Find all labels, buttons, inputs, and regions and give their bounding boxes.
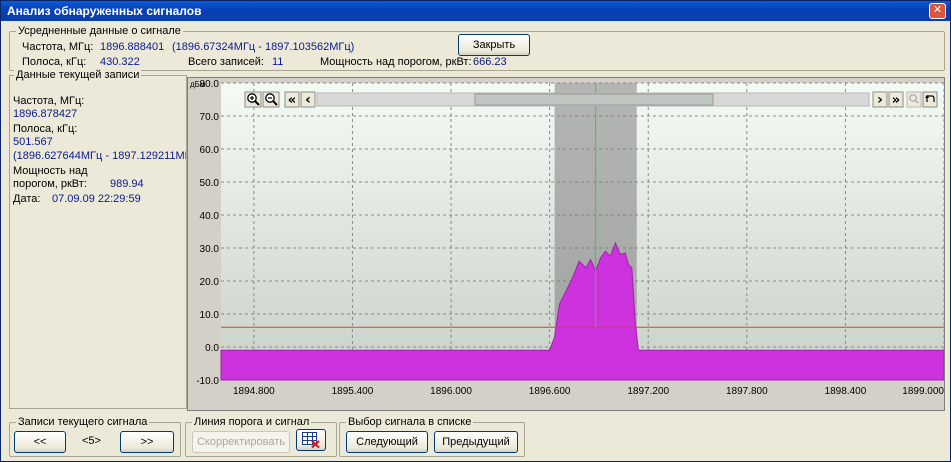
cur-band-range: (1896.627644МГц - 1897.129211МГ — [13, 150, 186, 162]
cur-band-label: Полоса, кГц: — [13, 123, 78, 135]
analysis-window: Анализ обнаруженных сигналов ✕ Усредненн… — [0, 0, 951, 462]
title-bar: Анализ обнаруженных сигналов ✕ — [1, 1, 950, 21]
window-title: Анализ обнаруженных сигналов — [7, 4, 202, 18]
left-arrow-icon: ‹ — [305, 92, 311, 108]
double-right-arrow-icon: » — [892, 93, 900, 108]
avg-freq-value: 1896.888401 — [100, 41, 165, 53]
cur-power-label-2: порогом, ркВт: — [13, 178, 87, 190]
averaged-data-group: Усредненные данные о сигнале Частота, МГ… — [9, 25, 945, 71]
scroll-thumb[interactable] — [474, 93, 714, 106]
y-tick-label: -10.0 — [196, 376, 219, 387]
close-button[interactable]: Закрыть — [458, 34, 530, 56]
bottom-controls: Записи текущего сигнала << <5> >> Линия … — [9, 413, 945, 457]
y-tick-label: 70.0 — [200, 112, 220, 123]
threshold-group-title: Линия порога и сигнал — [192, 416, 312, 428]
current-group-title: Данные текущей записи — [14, 69, 142, 81]
avg-power-label: Мощность над порогом, ркВт: — [320, 56, 472, 68]
records-group-title: Записи текущего сигнала — [16, 416, 150, 428]
x-tick-label: 1899.000 — [902, 386, 944, 397]
y-tick-label: 0.0 — [205, 343, 219, 354]
cur-freq-label: Частота, МГц: — [13, 95, 85, 107]
grid-delete-icon — [302, 432, 320, 448]
y-tick-label: 20.0 — [200, 277, 220, 288]
avg-freq-label: Частота, МГц: — [22, 41, 94, 53]
x-tick-label: 1896.600 — [529, 386, 571, 397]
x-tick-label: 1898.400 — [825, 386, 867, 397]
records-total-value: 11 — [272, 56, 284, 68]
x-tick-label: 1894.800 — [233, 386, 275, 397]
next-signal-button[interactable]: Следующий — [346, 431, 428, 453]
double-left-arrow-icon: « — [288, 93, 296, 108]
x-tick-label: 1897.200 — [627, 386, 669, 397]
cur-freq-value: 1896.878427 — [13, 108, 78, 120]
avg-power-value: 666.23 — [473, 56, 507, 68]
threshold-tool-button[interactable] — [296, 429, 326, 451]
prev-record-button[interactable]: << — [14, 431, 66, 453]
y-tick-label: 40.0 — [200, 211, 220, 222]
averaged-group-title: Усредненные данные о сигнале — [16, 25, 183, 37]
next-record-button[interactable]: >> — [120, 431, 174, 453]
cur-band-range-clip: (1896.627644МГц - 1897.129211МГ — [13, 150, 186, 164]
cur-band-value: 501.567 — [13, 136, 53, 148]
cur-power-label-1: Мощность над — [13, 165, 88, 177]
x-tick-label: 1896.000 — [430, 386, 472, 397]
avg-band-value: 430.322 — [100, 56, 140, 68]
spectrum-chart-svg: 80.070.060.050.040.030.020.010.00.0-10.0… — [188, 78, 944, 410]
record-counter: <5> — [82, 435, 101, 447]
zoom-reset-button[interactable] — [906, 91, 922, 108]
x-tick-label: 1895.400 — [332, 386, 374, 397]
right-arrow-icon: › — [877, 92, 883, 108]
avg-freq-range: (1896.67324МГц - 1897.103562МГц) — [172, 41, 355, 53]
correct-button[interactable]: Скорректировать — [192, 431, 290, 453]
cur-date-label: Дата: — [13, 193, 41, 205]
y-tick-label: 50.0 — [200, 178, 220, 189]
signal-select-group-title: Выбор сигнала в списке — [346, 416, 474, 428]
signal-select-group: Выбор сигнала в списке Следующий Предыду… — [339, 416, 525, 457]
threshold-group: Линия порога и сигнал Скорректировать — [185, 416, 337, 457]
cur-power-value: 989.94 — [110, 178, 144, 190]
chart-toolbar: « ‹ › » — [244, 91, 938, 108]
records-group: Записи текущего сигнала << <5> >> — [9, 416, 181, 457]
window-close-button[interactable]: ✕ — [929, 3, 946, 19]
y-tick-label: 30.0 — [200, 244, 220, 255]
avg-band-label: Полоса, кГц: — [22, 56, 87, 68]
cur-date-value: 07.09.09 22:29:59 — [52, 193, 141, 205]
x-tick-label: 1897.800 — [726, 386, 768, 397]
undo-zoom-button[interactable] — [922, 91, 938, 108]
prev-signal-button[interactable]: Предыдущий — [434, 431, 518, 453]
records-total-label: Всего записей: — [188, 56, 264, 68]
spectrum-chart[interactable]: 80.0 70.0 60.0 50.0 40.0 30.0 20.0 10.0 0.0 -10.0… — [187, 77, 945, 411]
current-record-group: Данные текущей записи Частота, МГц: 1896… — [9, 69, 187, 409]
y-tick-label: 10.0 — [200, 310, 220, 321]
y-axis-unit: дБм — [190, 80, 205, 89]
y-tick-label: 60.0 — [200, 145, 220, 156]
